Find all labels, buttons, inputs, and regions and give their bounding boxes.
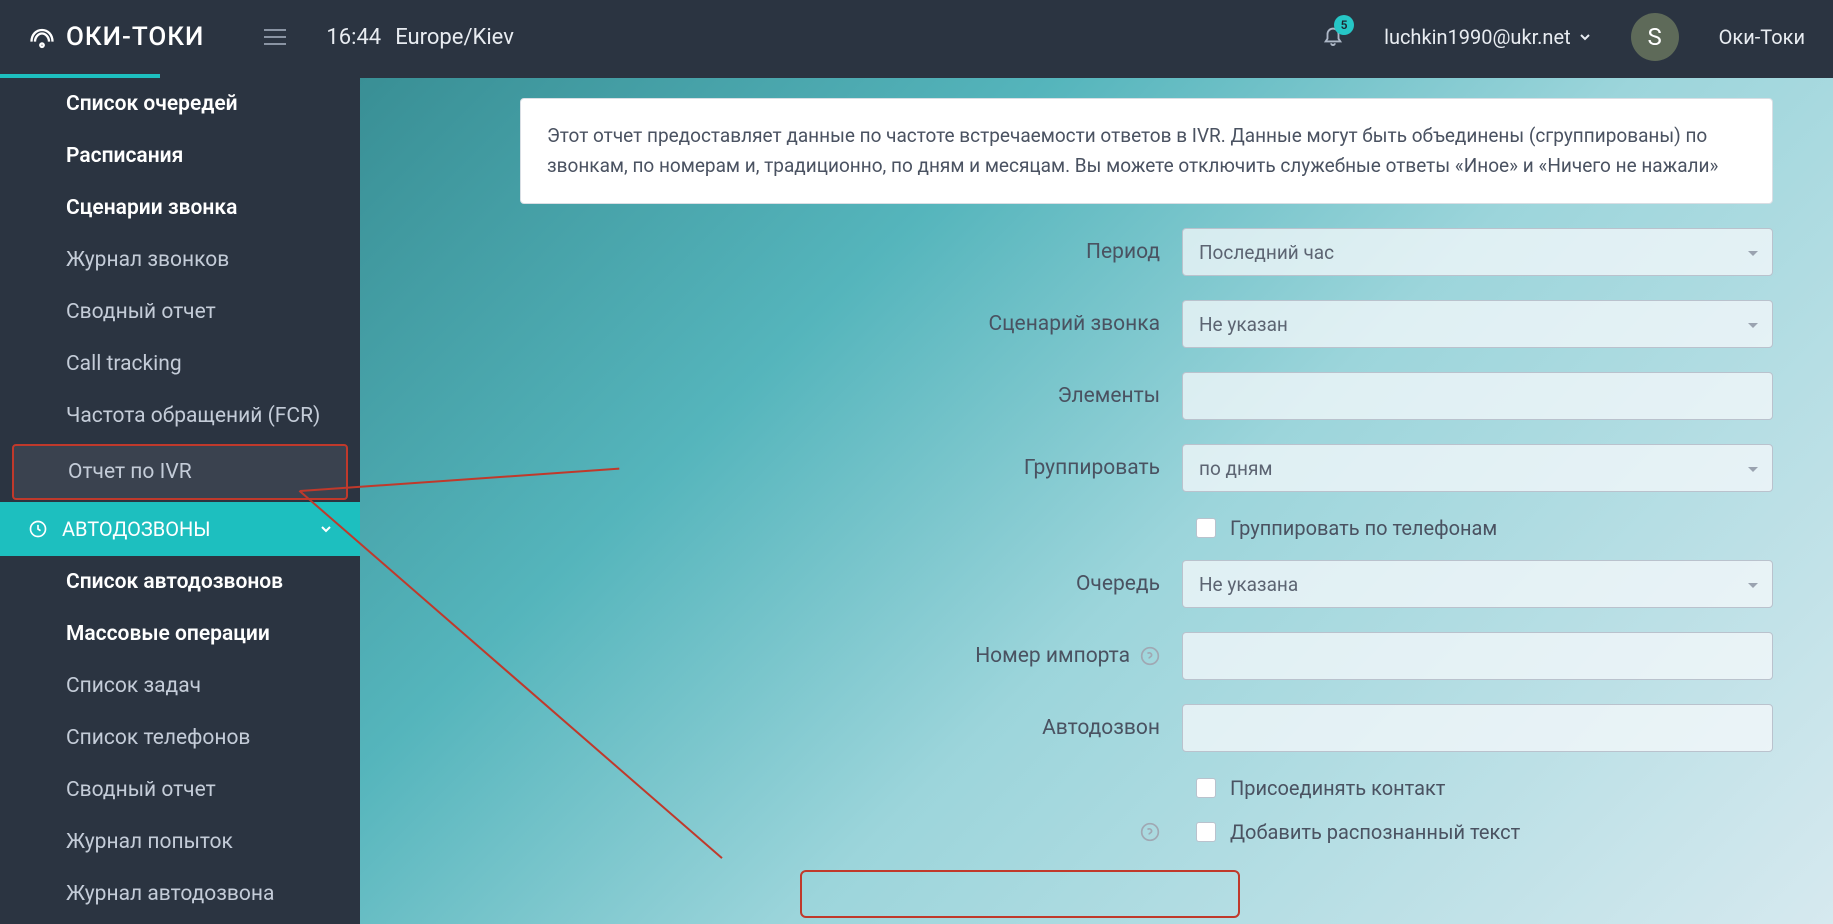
group-select[interactable]: по дням — [1182, 444, 1773, 492]
period-select[interactable]: Последний час — [1182, 228, 1773, 276]
sidebar-item[interactable]: Расписания — [0, 130, 360, 182]
logo-text: ОКИ-ТОКИ — [66, 22, 204, 52]
notifications-button[interactable]: 5 — [1322, 23, 1344, 51]
company-name[interactable]: Оки-Токи — [1719, 25, 1805, 49]
sidebar-item[interactable]: Список очередей — [0, 78, 360, 130]
logo-icon — [28, 23, 56, 51]
scenario-select[interactable]: Не указан — [1182, 300, 1773, 348]
sidebar-item[interactable]: Сводный отчет — [0, 764, 360, 816]
clock-icon — [28, 519, 48, 539]
sidebar-item[interactable]: Сценарии звонка — [0, 182, 360, 234]
scenario-label: Сценарий звонка — [360, 312, 1160, 336]
elements-input[interactable] — [1182, 372, 1773, 420]
autodial-label: Автодозвон — [360, 716, 1160, 740]
sidebar-item[interactable]: Call tracking — [0, 338, 360, 390]
help-icon[interactable] — [1140, 822, 1160, 842]
info-card: Этот отчет предоставляет данные по часто… — [520, 98, 1773, 204]
app-header: ОКИ-ТОКИ 16:44 Europe/Kiev 5 luchkin1990… — [0, 0, 1833, 74]
autodial-input[interactable] — [1182, 704, 1773, 752]
queue-label: Очередь — [360, 572, 1160, 596]
clock-time: 16:44 — [326, 25, 381, 50]
import-input[interactable] — [1182, 632, 1773, 680]
avatar[interactable]: S — [1631, 13, 1679, 61]
chevron-down-icon — [320, 523, 332, 535]
recognized-text-checkbox[interactable] — [1196, 822, 1216, 842]
sidebar-group-autodial[interactable]: АВТОДОЗВОНЫ — [0, 502, 360, 556]
group-by-phone-label: Группировать по телефонам — [1230, 516, 1497, 540]
attach-contact-checkbox[interactable] — [1196, 778, 1216, 798]
sidebar: Список очередейРасписанияСценарии звонка… — [0, 78, 360, 924]
sidebar-item[interactable]: Массовые операции — [0, 608, 360, 660]
sidebar-item[interactable]: Частота обращений (FCR) — [0, 390, 360, 442]
sidebar-item[interactable]: Отчет по IVR — [12, 444, 348, 500]
chevron-down-icon — [1579, 31, 1591, 43]
queue-select[interactable]: Не указана — [1182, 560, 1773, 608]
group-by-phone-checkbox[interactable] — [1196, 518, 1216, 538]
import-label: Номер импорта — [360, 644, 1160, 668]
sidebar-item[interactable]: Список задач — [0, 660, 360, 712]
help-icon[interactable] — [1140, 646, 1160, 666]
sidebar-item[interactable]: Список телефонов — [0, 712, 360, 764]
group-label: Группировать — [360, 456, 1160, 480]
sidebar-item[interactable]: Журнал звонков — [0, 234, 360, 286]
sidebar-group-label: АВТОДОЗВОНЫ — [62, 517, 211, 541]
sidebar-item[interactable]: Журнал попыток — [0, 816, 360, 868]
period-label: Период — [360, 240, 1160, 264]
sidebar-item[interactable]: Список автодозвонов — [0, 556, 360, 608]
main-content: Этот отчет предоставляет данные по часто… — [360, 78, 1833, 924]
notification-badge: 5 — [1334, 15, 1354, 35]
recognized-text-label: Добавить распознанный текст — [1230, 820, 1520, 844]
hamburger-icon[interactable] — [264, 29, 286, 45]
user-email-text: luchkin1990@ukr.net — [1384, 25, 1571, 49]
attach-contact-label: Присоединять контакт — [1230, 776, 1445, 800]
sidebar-item[interactable]: Журнал автодозвона — [0, 868, 360, 920]
timezone: Europe/Kiev — [395, 25, 514, 50]
logo[interactable]: ОКИ-ТОКИ — [28, 22, 204, 52]
sidebar-item[interactable]: Сводный отчет — [0, 286, 360, 338]
user-menu[interactable]: luchkin1990@ukr.net — [1384, 25, 1591, 49]
elements-label: Элементы — [360, 384, 1160, 408]
